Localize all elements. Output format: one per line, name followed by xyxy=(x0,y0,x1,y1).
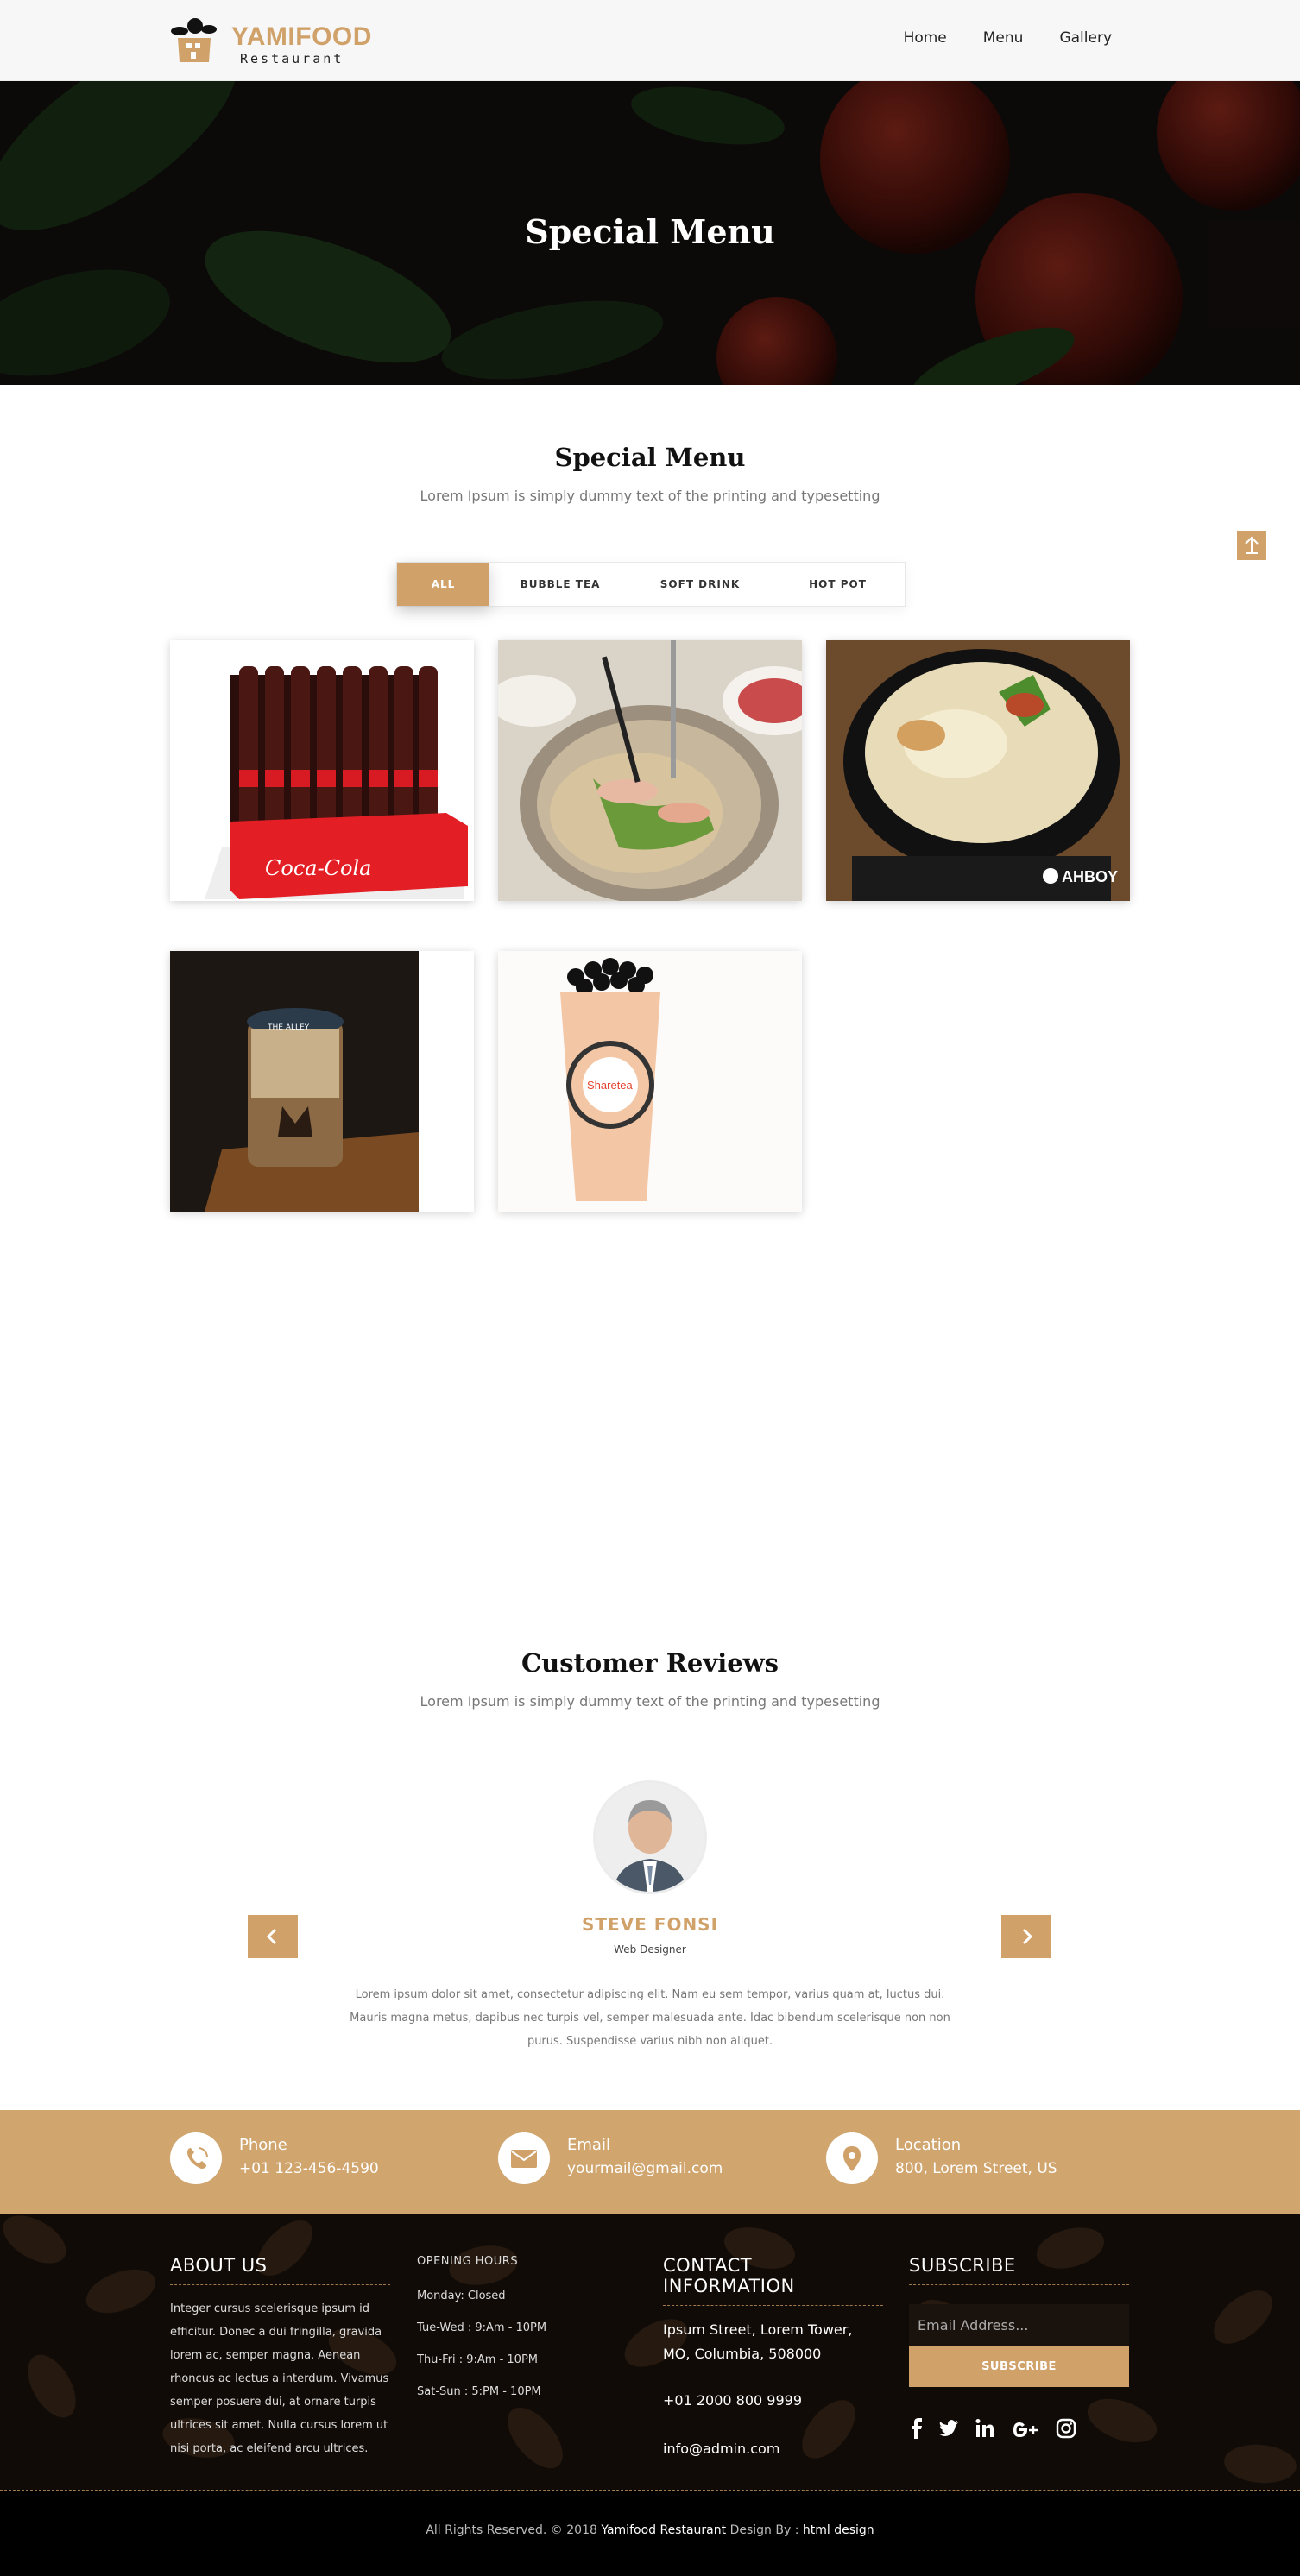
footer-about-title: ABOUT US xyxy=(170,2255,390,2285)
twitter-icon[interactable] xyxy=(938,2418,959,2442)
menu-section-title: Special Menu xyxy=(554,443,746,472)
copyright-bar: All Rights Reserved. © 2018 Yamifood Res… xyxy=(0,2490,1300,2576)
footer-contact-phone[interactable]: +01 2000 800 9999 xyxy=(663,2389,883,2413)
coca-cola-logo-text: Coca-Cola xyxy=(265,856,371,880)
footer-hours: OPENING HOURS Monday: Closed Tue-Wed : 9… xyxy=(417,2255,637,2405)
menu-item-coca-cola[interactable]: Coca-Cola xyxy=(170,640,474,901)
hours-monday: Monday: Closed xyxy=(417,2289,506,2302)
menu-item-the-alley[interactable]: THE ALLEY xyxy=(170,951,474,1212)
linkedin-icon[interactable] xyxy=(975,2418,995,2442)
instagram-icon[interactable] xyxy=(1056,2418,1076,2442)
contact-email: Email yourmail@gmail.com xyxy=(498,2131,826,2186)
contact-strip: Phone +01 123-456-4590 Email yourmail@gm… xyxy=(0,2110,1300,2214)
footer-subscribe-title: SUBSCRIBE xyxy=(909,2255,1129,2285)
contact-location-title: Location xyxy=(895,2136,962,2154)
subscribe-button[interactable]: SUBSCRIBE xyxy=(909,2346,1129,2387)
footer-about: ABOUT US Integer cursus scelerisque ipsu… xyxy=(170,2255,390,2460)
ahboy-watermark: AHBOY xyxy=(1062,868,1118,885)
envelope-icon xyxy=(498,2132,550,2184)
nav-menu[interactable]: Menu xyxy=(983,29,1024,47)
menu-filter-tabs: ALL BUBBLE TEA SOFT DRINK HOT POT xyxy=(396,562,906,607)
contact-email-title: Email xyxy=(567,2136,610,2154)
filter-soft-drink[interactable]: SOFT DRINK xyxy=(630,563,770,606)
hot-pot-bowl-image: AHBOY xyxy=(826,640,1130,901)
menu-item-sharetea[interactable]: Sharetea xyxy=(498,951,802,1212)
google-plus-icon[interactable] xyxy=(1011,2418,1040,2442)
brand-tagline: Restaurant xyxy=(240,51,344,66)
map-pin-icon xyxy=(826,2132,878,2184)
facebook-icon[interactable] xyxy=(909,2418,923,2442)
brand-logo[interactable]: YAMIFOOD Restaurant xyxy=(169,16,371,67)
footer-hours-title: OPENING HOURS xyxy=(417,2255,637,2277)
nav-home[interactable]: Home xyxy=(904,29,947,47)
subscribe-email-input[interactable] xyxy=(909,2304,1129,2346)
brand-name: YAMIFOOD xyxy=(231,22,372,51)
footer-contact-title: CONTACT INFORMATION xyxy=(663,2255,883,2306)
reviewer-role: Web Designer xyxy=(614,1943,686,1956)
main-nav: Home Menu Gallery xyxy=(904,29,1112,47)
filter-hot-pot[interactable]: HOT POT xyxy=(770,563,906,606)
menu-section-subtitle: Lorem Ipsum is simply dummy text of the … xyxy=(420,488,880,504)
reviewer-name: STEVE FONSI xyxy=(581,1914,719,1935)
hours-thu-fri: Thu-Fri : 9:Am - 10PM xyxy=(417,2353,539,2366)
coca-cola-crate-image: Coca-Cola xyxy=(170,640,474,901)
arrow-up-icon xyxy=(1245,536,1259,554)
copyright-middle: Design By : xyxy=(726,2523,803,2537)
nav-gallery[interactable]: Gallery xyxy=(1059,29,1112,47)
top-navbar: YAMIFOOD Restaurant Home Menu Gallery xyxy=(0,0,1300,81)
hours-sat-sun: Sat-Sun : 5:PM - 10PM xyxy=(417,2385,541,2398)
filter-all[interactable]: ALL xyxy=(397,563,489,606)
filter-bubble-tea[interactable]: BUBBLE TEA xyxy=(490,563,630,606)
scroll-to-top-button[interactable] xyxy=(1237,531,1266,560)
reviewer-photo xyxy=(596,1783,704,1892)
chef-logo-icon xyxy=(171,18,217,62)
site-footer: ABOUT US Integer cursus scelerisque ipsu… xyxy=(0,2214,1300,2490)
copyright-text: All Rights Reserved. © 2018 Yamifood Res… xyxy=(0,2523,1300,2537)
copyright-prefix: All Rights Reserved. © 2018 xyxy=(426,2523,602,2537)
copyright-designer-link[interactable]: html design xyxy=(803,2523,874,2537)
review-text: Lorem ipsum dolor sit amet, consectetur … xyxy=(350,1988,950,2048)
footer-contact-address: Ipsum Street, Lorem Tower, MO, Columbia,… xyxy=(663,2321,853,2362)
hero-title: Special Menu xyxy=(525,212,775,251)
social-links xyxy=(909,2418,1129,2442)
footer-contact-email[interactable]: info@admin.com xyxy=(663,2437,883,2461)
contact-phone-title: Phone xyxy=(239,2136,287,2154)
footer-about-text: Integer cursus scelerisque ipsum id effi… xyxy=(170,2302,389,2455)
reviews-section-title: Customer Reviews xyxy=(521,1648,779,1678)
copyright-divider xyxy=(0,2490,1300,2491)
contact-location-value: 800, Lorem Street, US xyxy=(895,2160,1057,2177)
reviewer-avatar xyxy=(593,1780,707,1894)
footer-contact: CONTACT INFORMATION Ipsum Street, Lorem … xyxy=(663,2255,883,2461)
copyright-brand-link[interactable]: Yamifood Restaurant xyxy=(601,2523,726,2537)
menu-item-hot-pot-bowl[interactable]: AHBOY xyxy=(826,640,1130,901)
hero-banner: Special Menu xyxy=(0,81,1300,385)
sharetea-cup-image: Sharetea xyxy=(498,951,802,1212)
the-alley-cup-text: THE ALLEY xyxy=(267,1023,310,1032)
menu-item-hot-pot-table[interactable] xyxy=(498,640,802,901)
hours-tue-wed: Tue-Wed : 9:Am - 10PM xyxy=(417,2321,547,2334)
contact-location: Location 800, Lorem Street, US xyxy=(826,2131,1154,2186)
bubble-tea-cup-image: THE ALLEY xyxy=(170,951,474,1212)
reviews-section-subtitle: Lorem Ipsum is simply dummy text of the … xyxy=(420,1693,880,1710)
phone-icon xyxy=(170,2132,222,2184)
footer-subscribe: SUBSCRIBE SUBSCRIBE xyxy=(909,2255,1129,2442)
hot-pot-table-image xyxy=(498,640,802,901)
contact-phone-value[interactable]: +01 123-456-4590 xyxy=(239,2160,379,2177)
sharetea-logo-text: Sharetea xyxy=(587,1079,634,1092)
contact-phone: Phone +01 123-456-4590 xyxy=(170,2131,498,2186)
contact-email-value[interactable]: yourmail@gmail.com xyxy=(567,2160,723,2177)
